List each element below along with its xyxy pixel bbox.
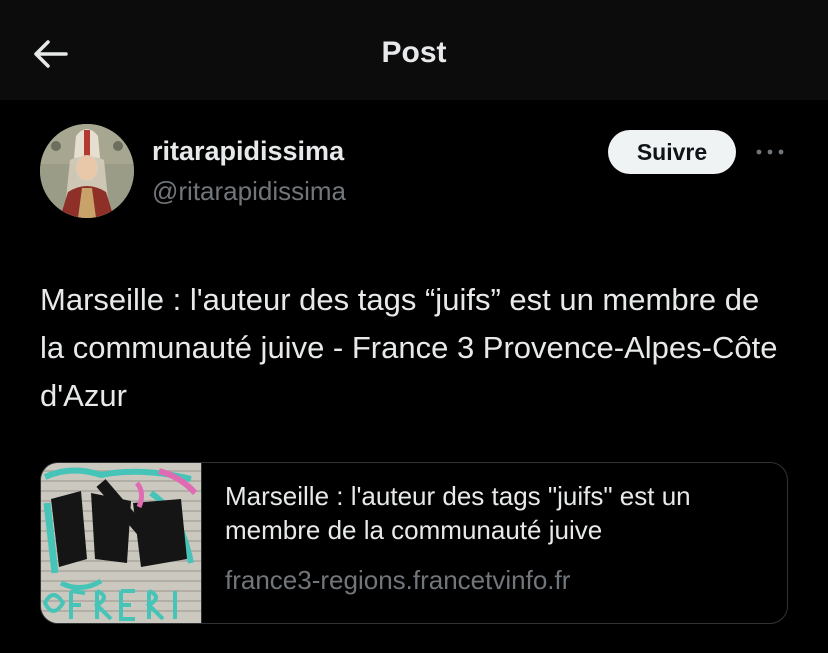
link-thumbnail xyxy=(41,463,202,623)
author-handle[interactable]: @ritarapidissima xyxy=(152,176,346,207)
link-card-domain: france3-regions.francetvinfo.fr xyxy=(225,565,571,595)
author-display-name[interactable]: ritarapidissima xyxy=(152,136,344,167)
top-bar: Post xyxy=(0,0,828,100)
more-options-button[interactable] xyxy=(752,140,788,164)
post-text: Marseille : l'auteur des tags “juifs” es… xyxy=(40,282,778,413)
thumbnail-image xyxy=(41,463,201,623)
avatar-image xyxy=(40,124,134,218)
more-horizontal-icon xyxy=(756,149,784,155)
follow-button[interactable]: Suivre xyxy=(608,130,736,174)
avatar[interactable] xyxy=(40,124,134,218)
page-title: Post xyxy=(381,36,447,69)
link-card-title: Marseille : l'auteur des tags "juifs" es… xyxy=(225,481,691,545)
link-preview-card[interactable]: Marseille : l'auteur des tags "juifs" es… xyxy=(40,462,788,624)
